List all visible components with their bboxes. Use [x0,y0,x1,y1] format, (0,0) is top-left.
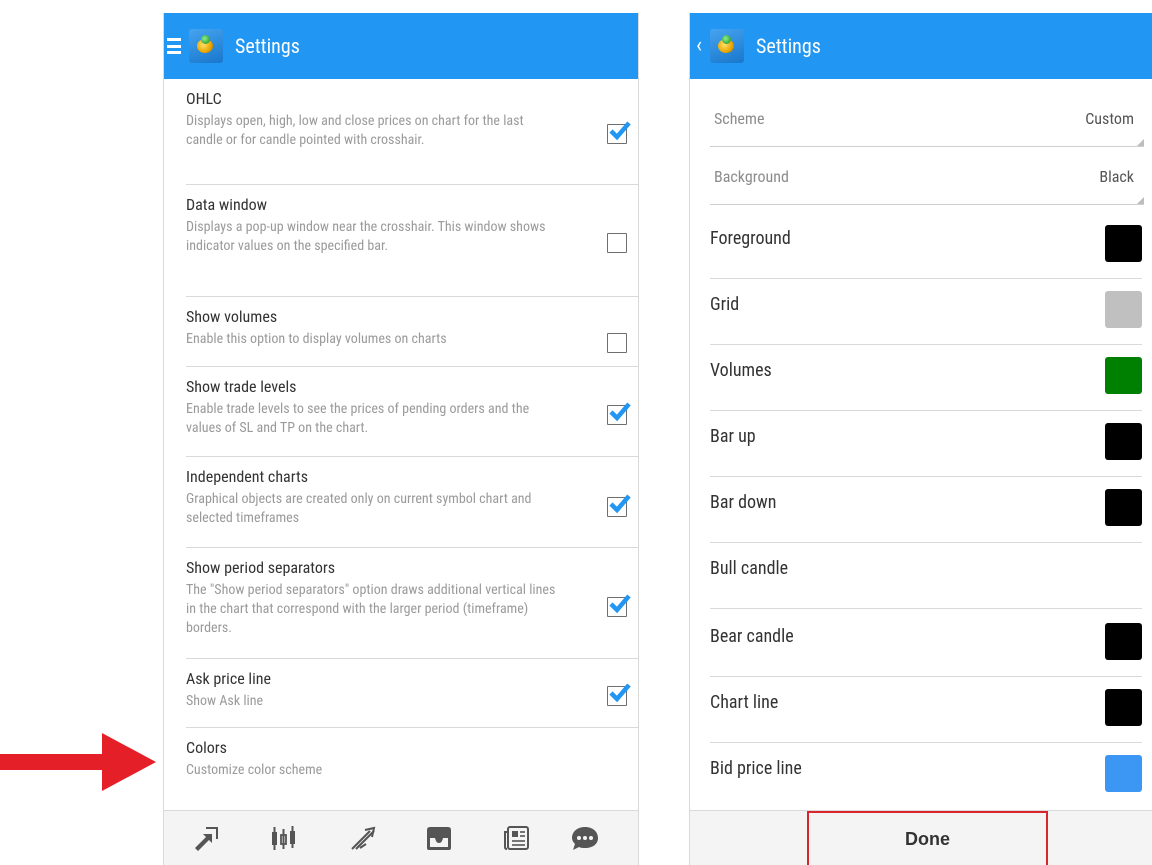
setting-row-independent-charts[interactable]: Independent charts Graphical objects are… [186,457,638,548]
chart-icon[interactable] [268,824,298,852]
color-row-bear-candle[interactable]: Bear candle [710,611,1142,677]
annotation-arrow-icon [0,733,156,791]
ask-price-line-checkbox[interactable] [607,683,631,706]
app-bar: ‹ Settings [690,13,1152,79]
page-title: Settings [235,34,300,58]
color-swatch[interactable] [1105,689,1142,726]
app-logo-icon [710,29,744,63]
color-swatch[interactable] [1105,225,1142,262]
setting-row-show-volumes[interactable]: Show volumes Enable this option to displ… [186,297,638,367]
checkmark-icon [609,683,631,703]
quotes-icon[interactable] [192,824,222,852]
app-logo-icon [189,29,223,63]
setting-description: Displays a pop-up window near the crossh… [186,219,546,254]
show-period-separators-checkbox[interactable] [607,594,631,617]
setting-row-show-trade-levels[interactable]: Show trade levels Enable trade levels to… [186,367,638,457]
color-swatch[interactable] [1105,755,1142,792]
setting-title: Independent charts [186,467,308,486]
setting-title: Show period separators [186,558,336,577]
done-bar: Done [690,810,1152,865]
checkmark-icon [609,594,631,614]
scheme-value: Custom [1085,109,1134,128]
show-trade-levels-checkbox[interactable] [607,402,631,425]
setting-description: Graphical objects are created only on cu… [186,491,532,526]
app-bar: Settings [164,13,638,79]
menu-icon[interactable] [167,38,181,54]
setting-description: The "Show period separators" option draw… [186,582,556,636]
checkmark-icon [609,402,631,422]
setting-title: Colors [186,738,227,757]
setting-description: Enable this option to display volumes on… [186,331,447,347]
color-swatch[interactable] [1105,357,1142,394]
background-label: Background [714,167,789,186]
color-row-bid-price-line[interactable]: Bid price line [710,743,1142,809]
setting-row-data-window[interactable]: Data window Displays a pop-up window nea… [186,185,638,297]
scheme-label: Scheme [714,109,765,128]
color-row-foreground[interactable]: Foreground [710,213,1142,279]
back-icon[interactable]: ‹ [696,35,702,57]
setting-title: Show volumes [186,307,278,326]
trade-icon[interactable] [348,824,378,852]
color-row-bull-candle[interactable]: Bull candle [710,543,1142,609]
color-swatch[interactable] [1105,291,1142,328]
setting-row-show-period-separators[interactable]: Show period separators The "Show period … [186,548,638,659]
setting-row-colors[interactable]: Colors Customize color scheme [186,728,638,808]
setting-title: OHLC [186,89,222,108]
checkmark-icon [609,121,631,141]
setting-title: Data window [186,195,268,214]
color-swatch[interactable] [1105,623,1142,660]
colors-screen-right: ‹ Settings Scheme Custom Background Blac… [689,13,1152,865]
done-button[interactable]: Done [807,811,1048,865]
setting-description: Displays open, high, low and close price… [186,113,524,148]
checkmark-icon [609,494,631,514]
bottom-navigation [164,810,638,865]
scheme-select[interactable]: Scheme Custom [710,107,1144,147]
dropdown-corner-icon [1137,197,1144,204]
color-row-bar-down[interactable]: Bar down [710,477,1142,543]
data-window-checkbox[interactable] [607,233,627,253]
page-title: Settings [756,34,821,58]
ohlc-checkbox[interactable] [607,121,631,144]
color-label: Bull candle [710,558,789,579]
chat-icon[interactable] [570,824,600,852]
color-label: Bar up [710,426,756,447]
color-label: Chart line [710,692,779,713]
color-label: Bar down [710,492,777,513]
setting-description: Enable trade levels to see the prices of… [186,401,530,436]
color-label: Foreground [710,228,791,249]
history-icon[interactable] [424,824,454,852]
news-icon[interactable] [502,824,532,852]
color-label: Bid price line [710,758,802,779]
independent-charts-checkbox[interactable] [607,494,631,517]
color-label: Volumes [710,360,772,381]
color-swatch[interactable] [1105,489,1142,526]
setting-description: Show Ask line [186,693,264,709]
background-value: Black [1099,167,1134,186]
setting-description: Customize color scheme [186,762,323,778]
setting-row-ask-price-line[interactable]: Ask price line Show Ask line [186,659,638,728]
setting-title: Ask price line [186,669,271,688]
show-volumes-checkbox[interactable] [607,333,627,353]
color-label: Bear candle [710,626,794,647]
settings-screen-left: Settings OHLC Displays open, high, low a… [163,13,639,865]
color-label: Grid [710,294,740,315]
color-row-volumes[interactable]: Volumes [710,345,1142,411]
dropdown-corner-icon [1137,139,1144,146]
setting-row-ohlc[interactable]: OHLC Displays open, high, low and close … [186,79,638,185]
setting-title: Show trade levels [186,377,297,396]
color-swatch[interactable] [1105,423,1142,460]
color-row-bar-up[interactable]: Bar up [710,411,1142,477]
background-select[interactable]: Background Black [710,165,1144,205]
color-row-chart-line[interactable]: Chart line [710,677,1142,743]
color-row-grid[interactable]: Grid [710,279,1142,345]
